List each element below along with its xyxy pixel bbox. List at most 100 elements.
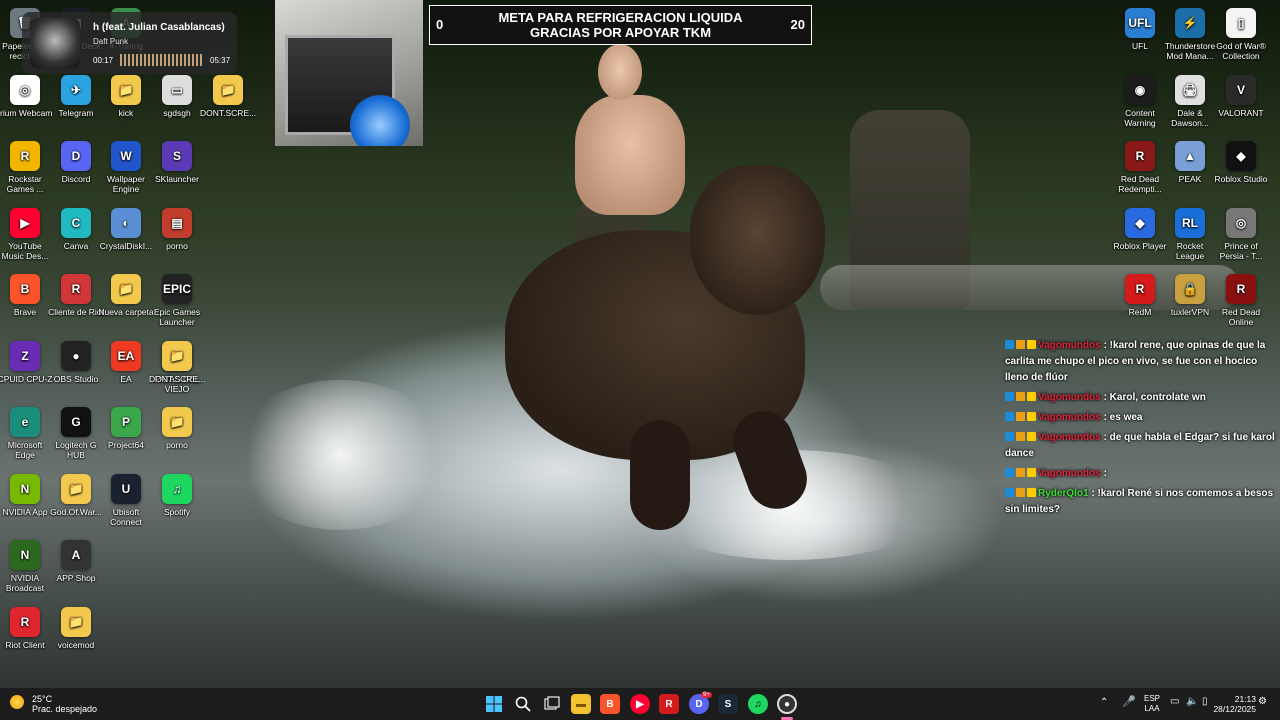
desktop-icon-left-24[interactable]: 📁 Nueva carpeta [98,274,154,317]
desktop-icon-left-30[interactable]: ▤ porno [149,207,205,251]
app-icon: U [111,473,141,504]
battery-icon[interactable]: ▯ [1202,697,1208,707]
chat-text: : Karol, controlate wn [1103,392,1206,403]
volume-icon[interactable]: 🔈 [1186,697,1198,707]
desktop-icon-left-22[interactable]: W Wallpaper Engine [98,141,154,194]
desktop-icon-left-35[interactable]: 📁 DONT.SCRE... [149,340,205,384]
desktop-icon-left-12[interactable]: D Discord [48,141,104,184]
chat-username: Vagomundos [1038,432,1101,443]
desktop-icon-label: EA [120,373,132,384]
chat-badge-icon [1016,412,1025,421]
desktop-icon-label: Cliente de Riot [48,307,104,317]
desktop-icon-right-2[interactable]: ▯ God of War® Collection [1213,8,1269,61]
goal-current: 0 [436,17,444,32]
chat-username: Vagomundos [1038,392,1101,403]
desktop-icon-right-10[interactable]: RL Rocket League [1162,207,1218,261]
desktop-icon-left-28[interactable]: ▭ sgdsgh [149,74,205,118]
desktop-icon-left-2[interactable]: R Rockstar Games ... [0,141,53,194]
network-icon[interactable]: ▭ [1170,697,1179,707]
desktop-icon-left-23[interactable]: ◐ CrystalDiskI... [98,207,154,251]
desktop-icon-right-9[interactable]: ◆ Roblox Player [1112,207,1168,251]
app-icon: R [10,606,40,637]
desktop-icon-left-31[interactable]: EPIC Epic Games Launcher [149,274,205,327]
brave-icon[interactable]: B [600,694,620,714]
desktop-icon-right-0[interactable]: UFL UFL [1112,8,1168,51]
microphone-icon[interactable]: 🎤 [1122,697,1136,708]
goal-title: META PARA REFRIGERACION LIQUIDA GRACIAS … [498,10,743,40]
desktop-icon-right-7[interactable]: ▲ PEAK [1162,141,1218,184]
desktop-icon-right-12[interactable]: R RedM [1112,274,1168,317]
desktop-icon-label: porno [166,240,188,251]
song-title: h (feat. Julian Casablancas) [93,22,225,33]
wallpaper-bear-leg [630,420,690,530]
app-icon: 📁 [61,473,91,504]
clock[interactable]: 21:13 28/12/2025 [1213,694,1256,714]
search-icon[interactable] [513,694,533,714]
redm-icon[interactable]: R [659,694,679,714]
desktop-icon-label: YouTube Music Des... [1,240,49,261]
desktop-icon-label: Logitech G HUB [55,440,97,460]
steam-icon[interactable]: S [718,694,738,714]
chat-badge-icon [1027,488,1036,497]
media-widget[interactable]: h (feat. Julian Casablancas) Daft Punk 0… [22,12,237,74]
desktop-icon-left-29[interactable]: S SKlauncher [149,141,205,184]
desktop-icon-left-14[interactable]: R Cliente de Riot [48,274,104,317]
chat-message: Vagomundos : es wea [1005,410,1280,426]
desktop-icon-right-1[interactable]: ⚡ Thunderstore Mod Mana... [1162,8,1218,61]
desktop-icon-label: kick [118,107,134,118]
desktop-icon-left-33[interactable]: 📁 porno [149,407,205,450]
desktop-icon-left-13[interactable]: C Canva [48,207,104,251]
desktop-icon-left-9[interactable]: R Riot Client [0,606,53,650]
file-explorer-icon[interactable]: ▬ [571,694,591,714]
desktop-icon-left-17[interactable]: 📁 God.Of.War... [48,473,104,517]
desktop-icon-left-25[interactable]: EA EA [98,340,154,384]
desktop-icon-left-27[interactable]: U Ubisoft Connect [98,473,154,527]
app-icon: R [10,141,40,171]
obs-icon[interactable]: ● [777,694,797,714]
start-icon[interactable] [484,694,504,714]
desktop-icon-right-5[interactable]: V VALORANT [1213,74,1269,118]
chat-badge-icon [1016,432,1025,441]
chat-username: Vagomundos [1038,412,1101,423]
desktop-icon-left-3[interactable]: ▶ YouTube Music Des... [0,207,53,261]
desktop-icon-right-14[interactable]: R Red Dead Online [1213,274,1269,327]
spotify-icon[interactable]: ♫ [748,694,768,714]
desktop-icon-right-8[interactable]: ◆ Roblox Studio [1213,141,1269,184]
language-indicator[interactable]: ESP LAA [1140,694,1164,714]
desktop-icon-left-26[interactable]: P Project64 [98,407,154,450]
desktop-icon-right-3[interactable]: ◉ Content Warning [1112,74,1168,128]
desktop-icon-right-4[interactable]: 🖨 Dale & Dawson... [1162,74,1218,128]
desktop-icon-label: Epic Games Launcher [153,307,201,327]
desktop-icon-right-13[interactable]: 🔒 tuxlerVPN [1162,274,1218,317]
desktop-icon-right-6[interactable]: R Red Dead Redempti... [1112,141,1168,194]
desktop-icon-left-11[interactable]: ✈ Telegram [48,74,104,118]
desktop-icon-left-21[interactable]: 📁 kick [98,74,154,118]
app-icon: 📁 [61,606,91,637]
desktop-icon-left-6[interactable]: e Microsoft Edge [0,407,53,460]
notification-icon[interactable]: ⚙ [1258,697,1267,707]
chat-badge-icon [1005,392,1014,401]
task-view-icon[interactable] [542,694,562,714]
progress-waveform[interactable] [120,54,204,66]
desktop-icon-left-15[interactable]: ● OBS Studio [48,340,104,384]
desktop-icon-left-19[interactable]: 📁 voicemod [48,606,104,650]
desktop-icon-left-8[interactable]: N NVIDIA Broadcast [0,540,53,593]
desktop-icon-left-7[interactable]: N NVIDIA App [0,473,53,517]
desktop-icon-label: RedM [1128,307,1152,317]
desktop-icon-left-5[interactable]: Z CPUID CPU-Z [0,340,53,384]
app-icon: ✈ [61,74,91,105]
app-icon: A [61,540,91,570]
desktop-icon-left-35[interactable]: 📁 DONT.SCRE... [200,74,256,118]
goal-target: 20 [790,17,805,32]
desktop-icon-right-11[interactable]: ◎ Prince of Persia - T... [1213,207,1269,261]
desktop-icon-left-18[interactable]: A APP Shop [48,540,104,583]
chevron-up-icon[interactable]: ⌃ [1100,698,1108,708]
desktop-icon-left-34[interactable]: ♫ Spotify [149,473,205,517]
desktop-icon-left-1[interactable]: ◎ Irium Webcam [0,74,53,118]
youtube-music-icon[interactable]: ▶ [630,694,650,714]
desktop-icon-left-16[interactable]: G Logitech G HUB [48,407,104,460]
discord-badge: 9+ [701,692,712,698]
app-icon: C [61,207,91,238]
desktop-icon-label: tuxlerVPN [1170,307,1210,317]
desktop-icon-left-4[interactable]: B Brave [0,274,53,317]
